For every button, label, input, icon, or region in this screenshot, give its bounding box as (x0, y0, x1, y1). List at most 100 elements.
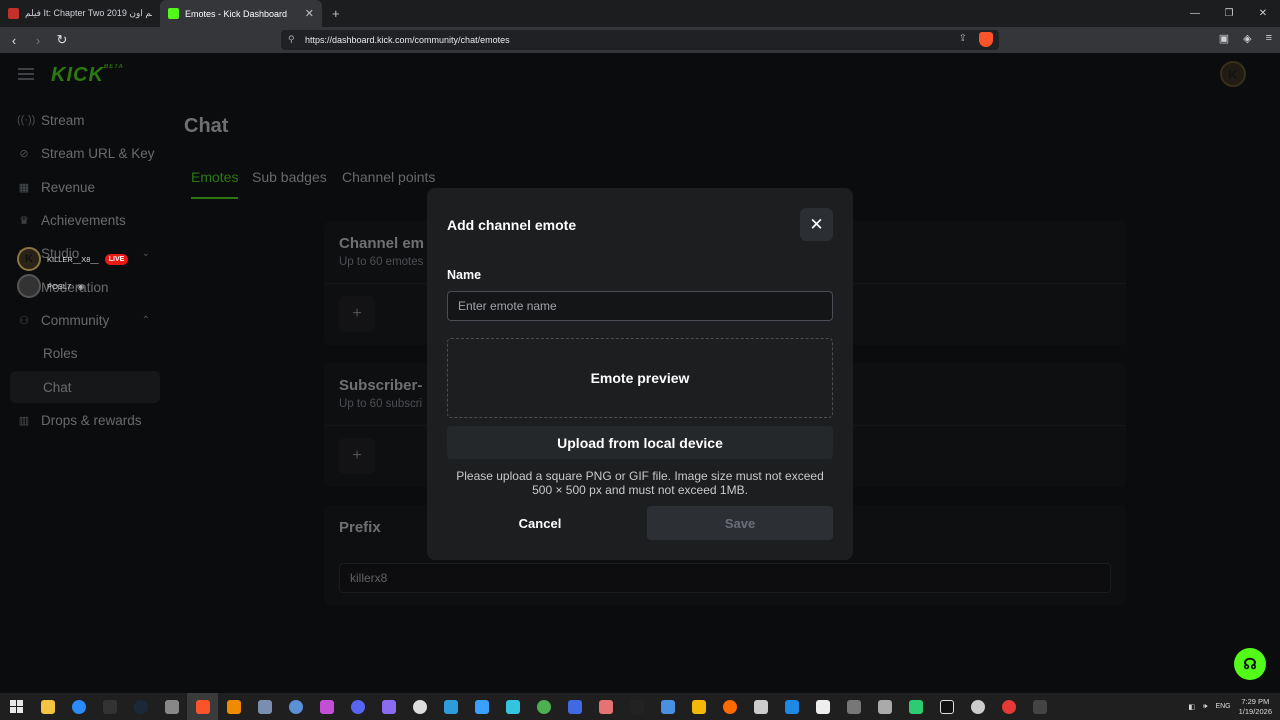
browser-menu-icon[interactable]: ≡ (1266, 32, 1272, 45)
kick-logo[interactable]: KICKBETA (51, 64, 124, 87)
sidebar-item-stream-url-key[interactable]: ⊘ Stream URL & Key (10, 137, 160, 169)
volume-icon[interactable]: 🕪 (1203, 703, 1207, 711)
close-window-button[interactable]: ✕ (1246, 0, 1280, 27)
close-modal-button[interactable]: ✕ (800, 208, 833, 241)
app-grey-icon[interactable] (156, 693, 187, 720)
card-title: Subscriber- (339, 377, 423, 394)
app-stripes-icon[interactable] (311, 693, 342, 720)
app-globe-icon[interactable] (280, 693, 311, 720)
forward-icon[interactable]: › (28, 27, 48, 53)
address-bar[interactable]: ⚲ https://dashboard.kick.com/community/c… (281, 30, 999, 50)
app-diamond-icon[interactable] (466, 693, 497, 720)
add-subscriber-emote-button[interactable]: + (339, 438, 375, 474)
language-indicator[interactable]: ENG (1215, 703, 1230, 710)
sidebar-item-revenue[interactable]: ▦ Revenue (10, 171, 160, 203)
new-tab-button[interactable]: + (332, 6, 340, 21)
steam-client-icon[interactable] (404, 693, 435, 720)
app-person-icon[interactable] (869, 693, 900, 720)
browser-tab-kick-dashboard[interactable]: Emotes - Kick Dashboard ✕ (160, 0, 322, 27)
discord-icon[interactable] (342, 693, 373, 720)
site-info-icon[interactable]: ⚲ (288, 34, 295, 45)
chevron-up-icon: ⌃ (141, 314, 150, 326)
app-dark-icon[interactable] (621, 693, 652, 720)
live-user-posl7[interactable]: POSL7 ◉ (17, 274, 84, 298)
windows-icon (9, 700, 23, 713)
app-red-icon[interactable] (993, 693, 1024, 720)
tab-emotes[interactable]: Emotes (191, 169, 239, 199)
vlc-icon[interactable] (218, 693, 249, 720)
sidebar-item-stream[interactable]: ((·)) Stream (10, 104, 160, 136)
steam-icon[interactable] (125, 693, 156, 720)
emote-preview-area: Emote preview (447, 338, 833, 418)
utorrent-icon[interactable] (528, 693, 559, 720)
headset-icon: ☊ (1243, 656, 1257, 673)
system-tray: ◧ 🕪 ENG 7:29 PM 1/19/2026 (1188, 693, 1272, 720)
rockstar-icon[interactable] (683, 693, 714, 720)
sidebar-item-drops-rewards[interactable]: ▥ Drops & rewards (10, 404, 160, 436)
vpn-shield-icon[interactable]: ◈ (1243, 32, 1251, 45)
tab-title: فيلم It: Chapter Two 2019 مترجم اون (25, 8, 152, 18)
app-sword-icon[interactable] (838, 693, 869, 720)
start-button[interactable] (0, 693, 32, 720)
tab-channel-points[interactable]: Channel points (342, 169, 435, 199)
name-label: Name (447, 268, 482, 282)
window-controls: — ❐ ✕ (1178, 0, 1280, 27)
clock[interactable]: 7:29 PM 1/19/2026 (1239, 697, 1272, 717)
file-explorer-icon[interactable] (32, 693, 63, 720)
app-arrow-icon[interactable] (776, 693, 807, 720)
hamburger-menu-icon[interactable] (18, 68, 34, 80)
sidebar-item-community[interactable]: ⚇ Community ⌃ (10, 304, 160, 336)
sidebar-toggle-icon[interactable]: ▣ (1219, 32, 1229, 45)
upload-hint: Please upload a square PNG or GIF file. … (456, 469, 824, 497)
app-cyan-icon[interactable] (497, 693, 528, 720)
share-icon[interactable]: ⇪ (959, 33, 967, 44)
brave-browser-icon[interactable] (187, 693, 218, 720)
modal-title: Add channel emote (447, 217, 577, 233)
network-icon[interactable]: ◧ (1188, 703, 1195, 711)
app-window-icon[interactable] (652, 693, 683, 720)
sidebar-item-chat[interactable]: Chat (10, 371, 160, 403)
card-subtitle: Up to 60 subscri (339, 398, 423, 410)
app-chart-icon[interactable] (900, 693, 931, 720)
app-mask-icon[interactable] (745, 693, 776, 720)
add-emote-button[interactable]: + (339, 296, 375, 332)
brave-shields-icon[interactable] (979, 32, 993, 47)
app-screen-icon[interactable] (559, 693, 590, 720)
app-shield-icon[interactable] (249, 693, 280, 720)
epic-games-icon[interactable] (94, 693, 125, 720)
help-support-button[interactable]: ☊ (1234, 648, 1266, 680)
kick-app-icon[interactable] (931, 693, 962, 720)
minimize-button[interactable]: — (1178, 0, 1212, 27)
kick-favicon-icon (168, 8, 179, 19)
add-emote-modal: Add channel emote ✕ Name Emote preview U… (427, 188, 853, 560)
gamepad-icon[interactable] (373, 693, 404, 720)
link-icon: ⊘ (19, 147, 29, 160)
upload-button[interactable]: Upload from local device (447, 426, 833, 459)
close-tab-icon[interactable]: ✕ (305, 7, 314, 20)
live-user-killer[interactable]: K KILLER__X8__ LIVE (17, 247, 129, 271)
sidebar-item-achievements[interactable]: ♛ Achievements (10, 204, 160, 236)
app-blue-icon[interactable] (63, 693, 94, 720)
save-button[interactable]: Save (647, 506, 833, 540)
back-icon[interactable]: ‹ (4, 27, 24, 53)
card-title: Channel em (339, 235, 425, 252)
app-monitor-icon[interactable] (435, 693, 466, 720)
user-avatar[interactable]: K (1220, 61, 1246, 87)
prefix-input[interactable]: killerx8 (339, 563, 1111, 593)
tab-sub-badges[interactable]: Sub badges (252, 169, 327, 199)
taskbar-apps (32, 693, 1055, 720)
sidebar-item-roles[interactable]: Roles (10, 337, 160, 369)
cancel-button[interactable]: Cancel (447, 506, 633, 540)
reload-icon[interactable]: ↻ (52, 27, 72, 53)
maximize-button[interactable]: ❐ (1212, 0, 1246, 27)
app-orange-icon[interactable] (714, 693, 745, 720)
community-icon: ⚇ (19, 314, 29, 327)
epic-launcher-icon[interactable] (1024, 693, 1055, 720)
emote-name-input[interactable] (447, 291, 833, 321)
app-pink-icon[interactable] (590, 693, 621, 720)
card-subtitle: Up to 60 emotes (339, 256, 424, 268)
app-steam-small-icon[interactable] (962, 693, 993, 720)
app-file-icon[interactable] (807, 693, 838, 720)
browser-tab-movie[interactable]: فيلم It: Chapter Two 2019 مترجم اون (0, 0, 160, 27)
page-title: Chat (184, 115, 229, 137)
